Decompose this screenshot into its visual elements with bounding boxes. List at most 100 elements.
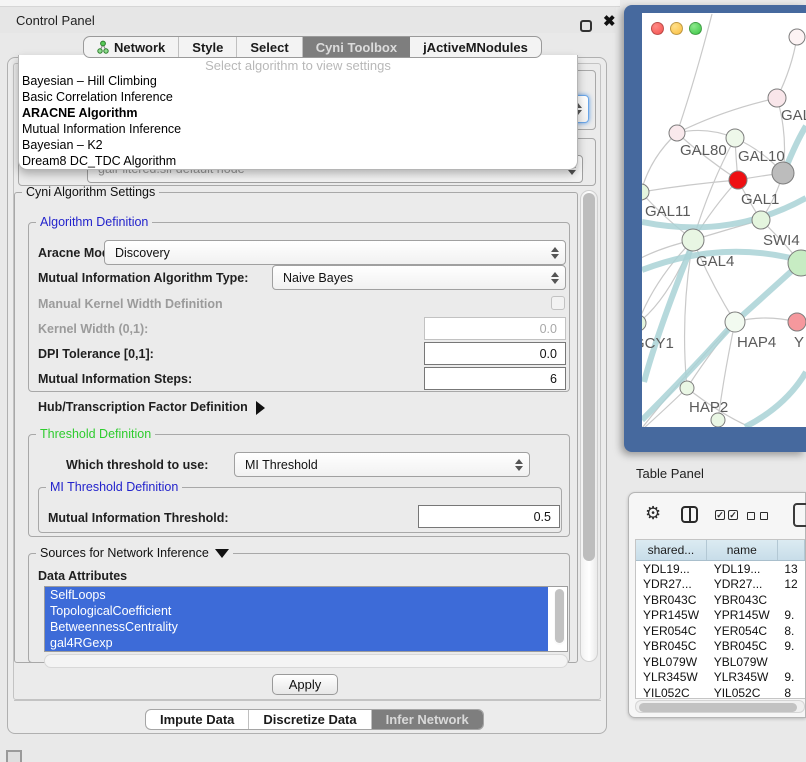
table-row[interactable]: YPR145WYPR145W9. — [636, 608, 805, 624]
tab-infer-network[interactable]: Infer Network — [372, 710, 483, 729]
settings-scrollbar-thumb[interactable] — [583, 193, 595, 561]
collapse-arrow-icon — [215, 549, 229, 558]
dropdown-item[interactable]: Mutual Information Inference — [19, 121, 577, 137]
tab-discretize-data[interactable]: Discretize Data — [249, 710, 371, 729]
table-cell: 9. — [777, 639, 805, 655]
tab-impute-data[interactable]: Impute Data — [146, 710, 249, 729]
attribute-list-item[interactable]: gal4RGexp — [45, 635, 548, 651]
scrollbar-thumb[interactable] — [639, 703, 797, 712]
tab-select[interactable]: Select — [237, 37, 302, 57]
combo-arrows-icon — [550, 247, 558, 259]
dropdown-item[interactable]: Basic Correlation Inference — [19, 89, 577, 105]
network-node-y[interactable] — [788, 313, 806, 331]
attribute-list-item[interactable]: SelfLoops — [45, 587, 548, 603]
sources-toggle[interactable]: Sources for Network Inference — [36, 546, 233, 560]
which-threshold-value: MI Threshold — [245, 458, 318, 472]
network-node-hap4[interactable] — [725, 312, 745, 332]
network-node[interactable] — [711, 413, 725, 427]
kernel-width-input[interactable]: 0.0 — [424, 317, 566, 340]
select-all-icon[interactable]: ✓ — [715, 510, 725, 520]
hub-definition-label: Hub/Transcription Factor Definition — [38, 400, 248, 414]
table-cell: 13 — [777, 561, 805, 577]
table-row[interactable]: YDR27...YDR27...12 — [636, 577, 805, 593]
table-row[interactable]: YER054CYER054C8. — [636, 623, 805, 639]
minimized-panel-icon[interactable] — [6, 750, 22, 762]
tab-network[interactable]: Network — [84, 37, 179, 57]
bottom-tabs: Impute DataDiscretize DataInfer Network — [145, 709, 484, 730]
network-graph[interactable]: GAL7GAL80GAL10GAL1SWI4GAL11GAL4GCY1HAP4Y… — [642, 13, 806, 427]
gear-icon[interactable]: ⚙ — [645, 503, 661, 524]
mi-threshold-input[interactable]: 0.5 — [418, 505, 560, 528]
column-header[interactable]: name — [707, 540, 778, 560]
panel-title: Control Panel — [16, 13, 95, 28]
table-cell: 8 — [777, 685, 805, 699]
float-window-icon[interactable] — [580, 20, 592, 32]
mi-steps-label: Mutual Information Steps: — [38, 372, 192, 386]
attribute-list-item[interactable]: BetweennessCentrality — [45, 619, 548, 635]
table-cell: 12 — [777, 577, 805, 593]
horizontal-scrollbar[interactable] — [44, 654, 568, 668]
mi-steps-input[interactable]: 6 — [424, 367, 566, 390]
tab-cyni-toolbox[interactable]: Cyni Toolbox — [303, 37, 410, 57]
mi-algorithm-type-select[interactable]: Naive Bayes — [272, 265, 566, 290]
network-node[interactable] — [789, 29, 805, 45]
unselect-all-icon2[interactable] — [760, 512, 768, 520]
close-icon[interactable]: ✖ — [603, 12, 616, 30]
dropdown-item[interactable]: Bayesian – K2 — [19, 137, 577, 153]
network-node-gal80[interactable] — [669, 125, 685, 141]
column-header[interactable] — [778, 540, 805, 560]
network-node-gal10[interactable] — [726, 129, 744, 147]
attribute-list-item[interactable]: TopologicalCoefficient — [45, 603, 548, 619]
table-cell: YLR345W — [707, 670, 778, 686]
table-cell: YER054C — [707, 623, 778, 639]
manual-kernel-width-checkbox[interactable] — [551, 296, 565, 310]
columns-icon[interactable] — [681, 506, 698, 523]
network-node-gal7[interactable] — [768, 89, 786, 107]
mi-algorithm-type-label: Mutual Information Algorithm Type: — [38, 271, 248, 285]
new-table-icon[interactable] — [793, 503, 806, 527]
table-cell — [777, 654, 805, 670]
list-scrollbar[interactable] — [554, 589, 565, 645]
network-node-gal4[interactable] — [682, 229, 704, 251]
dropdown-item[interactable]: Bayesian – Hill Climbing — [19, 73, 577, 89]
data-attributes-list[interactable]: SelfLoopsTopologicalCoefficientBetweenne… — [44, 586, 568, 652]
table-horizontal-scrollbar[interactable] — [635, 700, 805, 713]
table-row[interactable]: YDL19...YDL19...13 — [636, 561, 805, 577]
select-all-icon2[interactable]: ✓ — [728, 510, 738, 520]
table-cell: YLR345W — [636, 670, 707, 686]
tab-jactivemnodules[interactable]: jActiveMNodules — [410, 37, 541, 57]
tab-label: Cyni Toolbox — [316, 40, 397, 55]
apply-button[interactable]: Apply — [272, 674, 338, 695]
network-node-hap2[interactable] — [680, 381, 694, 395]
table-row[interactable]: YBR045CYBR045C9. — [636, 639, 805, 655]
column-header[interactable]: shared... — [636, 540, 707, 560]
dpi-tolerance-input[interactable]: 0.0 — [424, 342, 566, 365]
hub-definition-toggle[interactable]: Hub/Transcription Factor Definition — [38, 400, 265, 415]
table-cell: YIL052C — [636, 685, 707, 699]
control-panel-tabs: NetworkStyleSelect Cyni Toolbox jActiveMNo… — [83, 36, 542, 58]
network-node-gal1[interactable] — [729, 171, 747, 189]
table-row[interactable]: YLR345WYLR345W9. — [636, 670, 805, 686]
aracne-mode-select[interactable]: Discovery — [104, 240, 566, 265]
divider — [14, 700, 601, 701]
table-cell: YDR27... — [707, 577, 778, 593]
network-canvas[interactable]: GAL7GAL80GAL10GAL1SWI4GAL11GAL4GCY1HAP4Y… — [642, 13, 806, 427]
node-label: GAL10 — [738, 148, 785, 165]
tab-style[interactable]: Style — [179, 37, 237, 57]
network-edge — [642, 133, 677, 192]
table-row[interactable]: YBL079WYBL079W — [636, 654, 805, 670]
dropdown-item[interactable]: ARACNE Algorithm — [19, 105, 577, 121]
table-cell: YBL079W — [707, 654, 778, 670]
algorithm-dropdown-popup: Select algorithm to view settings Bayesi… — [18, 55, 578, 170]
table-cell: YPR145W — [707, 608, 778, 624]
network-view-window[interactable]: GAL7GAL80GAL10GAL1SWI4GAL11GAL4GCY1HAP4Y… — [624, 5, 806, 452]
network-node-gal11[interactable] — [642, 184, 649, 200]
table-row[interactable]: YIL052CYIL052C8 — [636, 685, 805, 699]
which-threshold-select[interactable]: MI Threshold — [234, 452, 530, 477]
network-node[interactable] — [772, 162, 794, 184]
network-node-swi4[interactable] — [752, 211, 770, 229]
expand-arrow-icon — [256, 401, 265, 415]
dropdown-item[interactable]: Dream8 DC_TDC Algorithm — [19, 153, 577, 169]
table-row[interactable]: YBR043CYBR043C — [636, 592, 805, 608]
unselect-all-icon[interactable] — [747, 512, 755, 520]
